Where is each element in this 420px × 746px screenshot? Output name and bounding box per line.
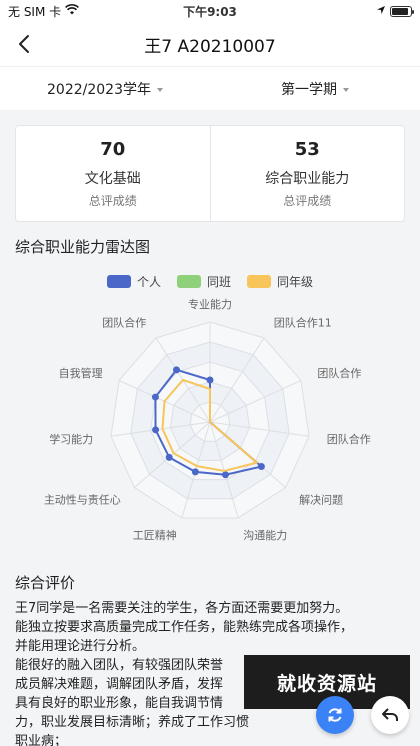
chevron-left-icon (19, 35, 29, 53)
radar-point (206, 376, 214, 384)
legend-label: 同年级 (277, 275, 314, 289)
term-select[interactable]: 第一学期 (210, 79, 420, 99)
evaluation-line: 王7同学是一名需要关注的学生，各方面还需要更加努力。 (15, 601, 349, 616)
score-value: 53 (294, 138, 320, 160)
location-icon (376, 4, 386, 18)
score-value: 70 (100, 138, 126, 160)
radar-axis-label: 解决问题 (299, 492, 343, 506)
radar-point (165, 453, 173, 461)
radar-axis-label: 团队合作 (102, 316, 146, 330)
evaluation-title: 综合评价 (15, 574, 76, 592)
radar-axis-label: 沟通能力 (243, 528, 287, 542)
refresh-icon (328, 708, 342, 722)
score-cell-culture[interactable]: 70 文化基础 总评成绩 (16, 126, 210, 221)
chart-legend: 个人 同班 同年级 (0, 273, 420, 290)
legend-swatch (176, 275, 201, 288)
radar-axis-label: 自我管理 (59, 366, 103, 380)
status-right (376, 4, 414, 18)
score-subtitle: 总评成绩 (283, 193, 332, 208)
legend-swatch (247, 275, 271, 288)
radar-point (191, 468, 199, 476)
radar-point (172, 366, 180, 374)
term-select-label: 第一学期 (281, 81, 337, 98)
year-select-label: 2022/2023学年 (47, 81, 151, 98)
legend-item-grade[interactable]: 同年级 (247, 273, 313, 290)
radar-axis-label: 团队合作 (317, 366, 361, 380)
filter-bar: 2022/2023学年 第一学期 (0, 66, 420, 110)
radar-point (221, 471, 229, 479)
radar-chart: 专业能力团队合作11团队合作团队合作解决问题沟通能力工匠精神主动性与责任心学习能… (44, 297, 371, 542)
score-name: 文化基础 (84, 170, 141, 187)
score-name: 综合职业能力 (265, 170, 350, 187)
wifi-icon (65, 4, 80, 18)
radar-point (257, 463, 265, 471)
caret-down-icon (343, 87, 349, 92)
page-title: 王7 A20210007 (144, 36, 276, 57)
legend-item-personal[interactable]: 个人 (106, 273, 161, 290)
radar-section-title: 综合职业能力雷达图 (15, 238, 151, 256)
back-button[interactable] (10, 30, 38, 58)
caret-down-icon (156, 87, 163, 92)
radar-axis-label: 团队合作 (327, 432, 371, 446)
nav-bar: 王7 A20210007 (0, 22, 420, 66)
battery-icon (390, 5, 414, 17)
refresh-button[interactable] (316, 696, 354, 734)
radar-axis-label: 工匠精神 (133, 528, 177, 542)
evaluation-line: 能独立按要求高质量完成工作任务，能熟练完成各项操作， (15, 620, 354, 635)
status-bar: 无 SIM 卡 (0, 0, 420, 22)
score-summary-card: 70 文化基础 总评成绩 53 综合职业能力 总评成绩 (15, 125, 405, 222)
score-cell-vocational[interactable]: 53 综合职业能力 总评成绩 (209, 126, 405, 221)
carrier-label: 无 SIM 卡 (8, 4, 62, 19)
legend-item-class[interactable]: 同班 (176, 273, 231, 290)
return-button[interactable] (371, 696, 409, 734)
radar-axis-label: 团队合作11 (274, 316, 332, 330)
legend-label: 个人 (136, 275, 161, 289)
year-select[interactable]: 2022/2023学年 (0, 79, 210, 99)
radar-point (152, 426, 160, 434)
score-subtitle: 总评成绩 (88, 193, 137, 208)
radar-axis-label: 主动性与责任心 (44, 492, 121, 506)
evaluation-line: 并能用理论进行分析。 (15, 639, 146, 654)
radar-axis-label: 学习能力 (49, 432, 93, 446)
legend-label: 同班 (206, 275, 231, 289)
status-left: 无 SIM 卡 (8, 3, 80, 20)
legend-swatch (106, 275, 131, 288)
return-arrow-icon (382, 708, 398, 721)
radar-point (151, 393, 159, 401)
evaluation-line: 职业病； (15, 734, 68, 746)
radar-axis-label: 专业能力 (188, 297, 232, 311)
